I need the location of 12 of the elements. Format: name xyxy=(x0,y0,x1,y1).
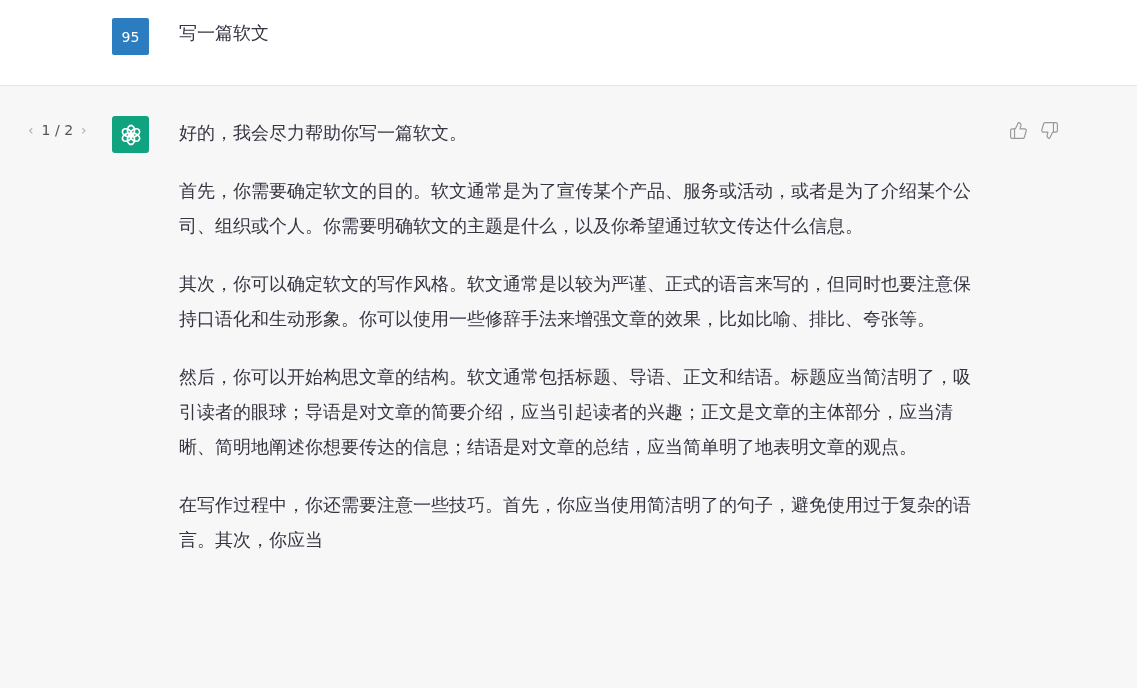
response-paragraph: 其次，你可以确定软文的写作风格。软文通常是以较为严谨、正式的语言来写的，但同时也要注意保持口语化和生动形象。你可以使用一些修辞手法来增强文章的效果，比如比喻、排比、夸张等。 xyxy=(179,273,972,331)
response-paragraph: 首先，你需要确定软文的目的。软文通常是为了宣传某个产品、服务或活动，或者是为了介绍某个公司、组织或个人。你需要明确软文的主题是什么，以及你希望通过软文传达什么信息。 xyxy=(179,180,972,238)
response-paragraph: 然后，你可以开始构思文章的结构。软文通常包括标题、导语、正文和结语。标题应当简洁明了，吸引读者的眼球；导语是对文章的简要介绍，应当引起读者的兴趣；正文是文章的主体部分，应当清晰、简明地阐述你想要传达的信息；结语是对文章的总结，应当简单明了地表明文章的观点。 xyxy=(179,366,972,459)
next-button[interactable]: › xyxy=(81,122,87,138)
thumbs-up-icon[interactable] xyxy=(1009,121,1028,140)
user-message: 写一篇软文 xyxy=(179,21,269,45)
page-counter: 1 / 2 xyxy=(41,122,74,138)
response-paragraph: 在写作过程中，你还需要注意一些技巧。首先，你应当使用简洁明了的句子，避免使用过于复杂的语言。其次，你应当 xyxy=(179,494,972,552)
previous-button[interactable]: ‹ xyxy=(28,122,34,138)
response-paragraph: 好的，我会尽力帮助你写一篇软文。 xyxy=(179,122,468,145)
user-avatar: 95 xyxy=(112,18,149,55)
thumbs-down-icon[interactable] xyxy=(1040,121,1059,140)
